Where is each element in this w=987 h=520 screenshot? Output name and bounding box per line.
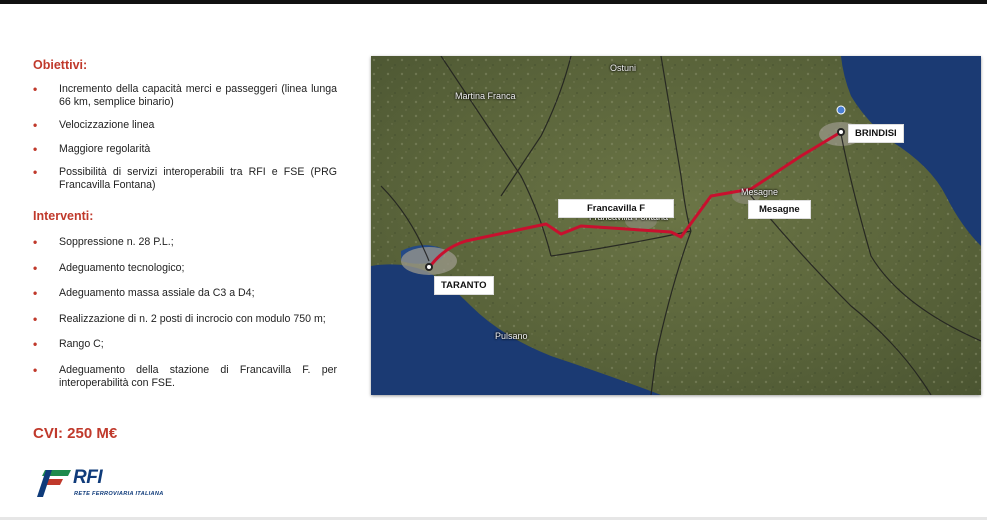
objective-item: • Possibilità di servizi interoperabili t… bbox=[33, 165, 337, 191]
objective-item: • Maggiore regolarità bbox=[33, 141, 151, 156]
bullet-icon: • bbox=[33, 362, 38, 377]
intervention-item: • Realizzazione di n. 2 posti di incrocio… bbox=[33, 311, 326, 326]
intervention-item: • Adeguamento tecnologico; bbox=[33, 260, 185, 275]
station-label-mesagne: Mesagne bbox=[748, 200, 811, 219]
top-border bbox=[0, 0, 987, 4]
bullet-icon: • bbox=[33, 82, 38, 96]
brindisi-station-marker bbox=[837, 128, 845, 136]
bullet-icon: • bbox=[33, 235, 38, 249]
cvi-cost: CVI: 250 M€ bbox=[33, 425, 118, 442]
intervention-item: • Adeguamento massa assiale da C3 a D4; bbox=[33, 286, 255, 301]
objective-item: • Velocizzazione linea bbox=[33, 118, 155, 133]
bullet-icon: • bbox=[33, 165, 38, 180]
town-pulsano: Pulsano bbox=[495, 331, 528, 341]
intervention-item: • Adeguamento della stazione di Francavil… bbox=[33, 362, 337, 389]
bullet-icon: • bbox=[33, 311, 38, 326]
taranto-station-marker bbox=[425, 263, 433, 271]
map-graphic bbox=[371, 56, 981, 395]
rfi-logo-subtitle: RETE FERROVIARIA ITALIANA bbox=[74, 491, 164, 497]
station-label-taranto: TARANTO bbox=[434, 276, 494, 295]
rfi-logo: RFI RETE FERROVIARIA ITALIANA bbox=[37, 466, 197, 502]
interventions-list: • Soppressione n. 28 P.L.; • Adeguamento t… bbox=[33, 236, 337, 402]
interventions-heading: Interventi: bbox=[33, 209, 94, 223]
bullet-icon: • bbox=[33, 118, 38, 133]
bullet-icon: • bbox=[33, 286, 38, 301]
airport-icon bbox=[836, 105, 846, 115]
town-mesagne: Mesagne bbox=[741, 187, 779, 197]
objectives-list: • Incremento della capacità merci e passe… bbox=[33, 83, 337, 203]
bullet-icon: • bbox=[33, 260, 38, 275]
town-ostuni: Ostuni bbox=[610, 63, 637, 73]
bullet-icon: • bbox=[33, 141, 38, 156]
intervention-item: • Soppressione n. 28 P.L.; bbox=[33, 235, 174, 249]
intervention-item: • Rango C; bbox=[33, 337, 104, 352]
bullet-icon: • bbox=[33, 337, 38, 352]
rfi-logo-icon bbox=[37, 470, 71, 497]
railway-route-map: Ostuni Martina Franca Francavilla Fontan… bbox=[371, 56, 981, 395]
town-martina-franca: Martina Franca bbox=[455, 91, 516, 101]
station-label-brindisi: BRINDISI bbox=[848, 124, 904, 143]
rfi-logo-name: RFI bbox=[73, 467, 103, 488]
objective-item: • Incremento della capacità merci e passe… bbox=[33, 82, 337, 108]
objectives-heading: Obiettivi: bbox=[33, 58, 88, 72]
station-label-francavilla: Francavilla F bbox=[558, 199, 675, 218]
